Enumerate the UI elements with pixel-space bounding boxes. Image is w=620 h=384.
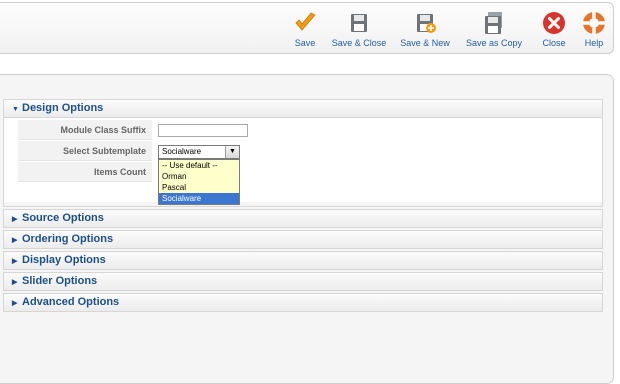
- help-icon: [582, 11, 606, 35]
- ordering-options-section: ▶ Ordering Options: [3, 230, 603, 249]
- advanced-options-header[interactable]: ▶ Advanced Options: [4, 294, 602, 311]
- subtemplate-option-socialware[interactable]: Socialware: [159, 193, 239, 204]
- design-options-title: Design Options: [22, 102, 104, 114]
- select-subtemplate-label: Select Subtemplate: [18, 141, 152, 161]
- save-and-new-button[interactable]: Save & New: [399, 11, 451, 48]
- design-options-section: ▼ Design Options Module Class Suffix Sele…: [3, 99, 603, 207]
- items-count-label: Items Count: [18, 162, 152, 182]
- source-options-header[interactable]: ▶ Source Options: [4, 210, 602, 227]
- chevron-down-icon[interactable]: ▼: [225, 146, 239, 158]
- subtemplate-select[interactable]: Socialware ▼: [158, 145, 240, 159]
- source-options-title: Source Options: [22, 212, 104, 224]
- toolbar: Save Save & Close Save & New Save as Cop…: [0, 2, 614, 54]
- help-button[interactable]: Help: [581, 11, 607, 48]
- subtemplate-selected-value: Socialware: [162, 147, 202, 156]
- options-panel: ▼ Design Options Module Class Suffix Sele…: [0, 74, 614, 384]
- subtemplate-option-default[interactable]: -- Use default --: [159, 160, 239, 171]
- ordering-options-title: Ordering Options: [22, 233, 114, 245]
- source-options-section: ▶ Source Options: [3, 209, 603, 228]
- save-and-close-label: Save & Close: [331, 38, 387, 48]
- triangle-right-icon: ▶: [12, 279, 18, 286]
- save-label: Save: [294, 38, 316, 48]
- slider-options-title: Slider Options: [22, 275, 98, 287]
- subtemplate-option-orman[interactable]: Orman: [159, 171, 239, 182]
- triangle-down-icon: ▼: [12, 106, 19, 113]
- module-class-suffix-label: Module Class Suffix: [18, 120, 152, 140]
- subtemplate-dropdown-list: -- Use default -- Orman Pascal Socialwar…: [158, 159, 240, 205]
- floppy-icon: [347, 11, 371, 35]
- ordering-options-header[interactable]: ▶ Ordering Options: [4, 231, 602, 248]
- triangle-right-icon: ▶: [12, 300, 18, 307]
- check-icon: [293, 11, 317, 35]
- save-and-close-button[interactable]: Save & Close: [331, 11, 387, 48]
- design-options-header[interactable]: ▼ Design Options: [4, 100, 602, 117]
- advanced-options-section: ▶ Advanced Options: [3, 293, 603, 312]
- close-button[interactable]: Close: [540, 11, 568, 48]
- floppy-copy-icon: [482, 11, 506, 35]
- design-options-body: Module Class Suffix Select Subtemplate S…: [4, 117, 602, 205]
- close-icon: [542, 11, 566, 35]
- triangle-right-icon: ▶: [12, 258, 18, 265]
- display-options-title: Display Options: [22, 254, 106, 266]
- save-button[interactable]: Save: [293, 11, 317, 48]
- triangle-right-icon: ▶: [12, 216, 18, 223]
- help-label: Help: [584, 38, 604, 48]
- save-as-copy-button[interactable]: Save as Copy: [465, 11, 523, 48]
- slider-options-header[interactable]: ▶ Slider Options: [4, 273, 602, 290]
- subtemplate-option-pascal[interactable]: Pascal: [159, 182, 239, 193]
- advanced-options-title: Advanced Options: [22, 296, 120, 308]
- close-label: Close: [542, 38, 566, 48]
- display-options-section: ▶ Display Options: [3, 251, 603, 270]
- triangle-right-icon: ▶: [12, 237, 18, 244]
- save-and-new-label: Save & New: [400, 38, 450, 48]
- slider-options-section: ▶ Slider Options: [3, 272, 603, 291]
- module-class-suffix-input[interactable]: [158, 124, 248, 137]
- floppy-plus-icon: [413, 11, 437, 35]
- save-as-copy-label: Save as Copy: [465, 38, 523, 48]
- display-options-header[interactable]: ▶ Display Options: [4, 252, 602, 269]
